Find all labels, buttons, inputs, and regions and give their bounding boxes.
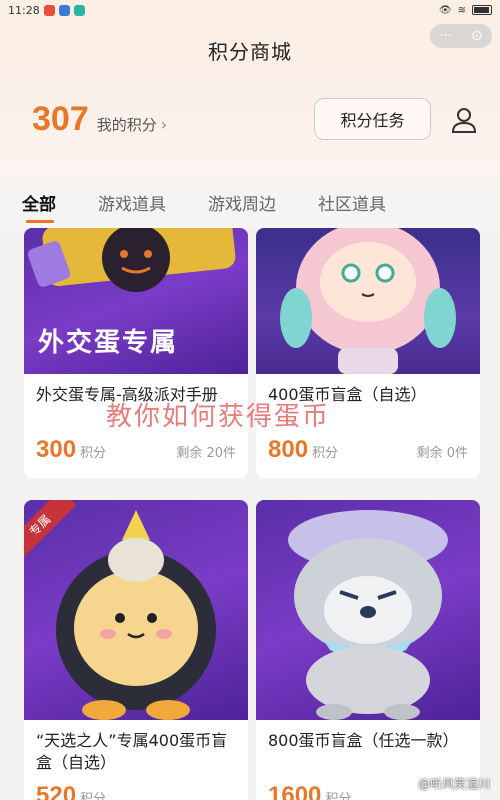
badge-label: 专属 xyxy=(24,500,77,562)
stock-remaining: 剩余 0件 xyxy=(416,446,468,461)
points-label: 我的积分 xyxy=(96,116,157,134)
exclusive-badge: 专属 xyxy=(24,500,94,570)
price-unit: 积分 xyxy=(80,446,107,461)
stock-remaining: 剩余 20件 xyxy=(176,446,236,461)
battery-icon xyxy=(472,5,492,15)
product-card[interactable]: 400蛋币盲盒（自选） 800 积分 剩余 0件 xyxy=(256,228,480,478)
price-unit: 积分 xyxy=(325,792,352,800)
product-price: 800 xyxy=(268,436,309,463)
product-name: “天选之人”专属400蛋币盲盒（自选） xyxy=(36,731,228,772)
status-bar: 11:28 👁 ≋ xyxy=(0,0,500,20)
product-image xyxy=(256,228,480,374)
product-image: 专属 xyxy=(24,500,248,720)
mini-program-capsule[interactable]: ··· ⊙ xyxy=(430,24,492,48)
product-price: 300 xyxy=(36,436,77,463)
tab-community-items[interactable]: 社区道具 xyxy=(318,180,386,228)
chevron-right-icon: › xyxy=(160,115,168,134)
category-tabs: 全部 游戏道具 游戏周边 社区道具 xyxy=(0,180,500,228)
product-card[interactable]: 800蛋币盲盒（任选一款） 1600 积分 xyxy=(256,500,480,800)
tab-all[interactable]: 全部 xyxy=(22,180,56,228)
my-points[interactable]: 307 我的积分 › xyxy=(32,100,167,139)
product-card[interactable]: 专属 “天选之人”专属400蛋币盲盒（自选） 520 积分 xyxy=(24,500,248,800)
credit-watermark: @听风笑渲川 xyxy=(417,777,490,791)
product-price: 520 xyxy=(36,782,77,800)
product-name: 800蛋币盲盒（任选一款） xyxy=(268,731,459,750)
price-unit: 积分 xyxy=(80,792,107,800)
product-card[interactable]: 外交蛋专属 外交蛋专属-高级派对手册 300 积分 剩余 20件 xyxy=(24,228,248,478)
header-background xyxy=(0,0,500,180)
app-notification-icon xyxy=(58,4,70,16)
more-icon[interactable]: ··· xyxy=(439,29,452,43)
eye-icon: 👁 xyxy=(438,4,452,16)
product-image xyxy=(256,500,480,720)
product-grid: 外交蛋专属 外交蛋专属-高级派对手册 300 积分 剩余 20件 400蛋币盲盒… xyxy=(0,228,500,800)
app-notification-icon xyxy=(73,4,85,16)
wifi-icon: ≋ xyxy=(457,4,466,16)
product-name: 外交蛋专属-高级派对手册 xyxy=(36,385,218,404)
tab-game-items[interactable]: 游戏道具 xyxy=(98,180,166,228)
price-unit: 积分 xyxy=(312,446,339,461)
tab-game-merch[interactable]: 游戏周边 xyxy=(208,180,276,228)
page-title: 积分商城 xyxy=(208,40,292,64)
product-name: 400蛋币盲盒（自选） xyxy=(268,385,427,404)
product-image: 外交蛋专属 xyxy=(24,228,248,374)
points-task-button[interactable]: 积分任务 xyxy=(314,98,431,140)
user-icon[interactable] xyxy=(450,106,478,134)
close-icon[interactable]: ⊙ xyxy=(471,29,483,43)
product-price: 1600 xyxy=(268,782,322,800)
app-notification-icon xyxy=(43,4,55,16)
status-time: 11:28 xyxy=(8,3,40,17)
product-image-caption: 外交蛋专属 xyxy=(38,328,179,358)
points-value: 307 xyxy=(32,100,89,138)
